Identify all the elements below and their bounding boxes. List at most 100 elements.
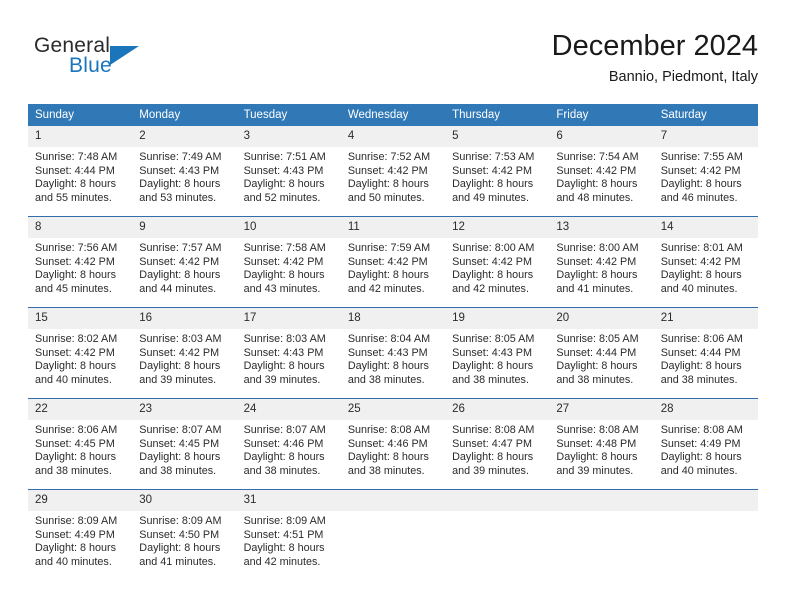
calendar-day-cell[interactable]: 8 Sunrise: 7:56 AM Sunset: 4:42 PM Dayli… [28, 216, 133, 308]
calendar-day-cell[interactable]: 17 Sunrise: 8:03 AM Sunset: 4:43 PM Dayl… [236, 307, 341, 399]
brand-logo[interactable]: General Blue [34, 34, 214, 90]
day-details: Sunrise: 8:03 AM Sunset: 4:43 PM Dayligh… [237, 329, 341, 387]
daylight-text-line1: Daylight: 8 hours [452, 451, 534, 464]
daylight-text-line1: Daylight: 8 hours [35, 360, 117, 373]
calendar-day-cell[interactable]: 21 Sunrise: 8:06 AM Sunset: 4:44 PM Dayl… [653, 307, 758, 399]
sunset-text: Sunset: 4:42 PM [347, 255, 428, 268]
daylight-text-line2: and 42 minutes. [452, 282, 529, 295]
calendar-day-cell[interactable]: 11 Sunrise: 7:59 AM Sunset: 4:42 PM Dayl… [340, 216, 446, 308]
sunset-text: Sunset: 4:46 PM [347, 437, 428, 450]
day-details: Sunrise: 8:05 AM Sunset: 4:43 PM Dayligh… [445, 329, 549, 387]
day-number: 1 [28, 126, 133, 147]
weekday-header-sunday: Sunday [28, 104, 133, 126]
day-number: 30 [132, 490, 237, 511]
calendar-day-cell[interactable]: 4 Sunrise: 7:52 AM Sunset: 4:42 PM Dayli… [340, 126, 446, 217]
daylight-text-line1: Daylight: 8 hours [35, 542, 117, 555]
sunset-text: Sunset: 4:42 PM [347, 164, 428, 177]
sunset-text: Sunset: 4:43 PM [347, 346, 428, 359]
sunset-text: Sunset: 4:42 PM [660, 164, 741, 177]
calendar-week-row: 1 Sunrise: 7:48 AM Sunset: 4:44 PM Dayli… [28, 126, 758, 217]
calendar-day-cell[interactable]: 6 Sunrise: 7:54 AM Sunset: 4:42 PM Dayli… [549, 126, 654, 217]
sunrise-text: Sunrise: 8:08 AM [347, 424, 431, 436]
calendar-day-cell[interactable]: 19 Sunrise: 8:05 AM Sunset: 4:43 PM Dayl… [445, 307, 550, 399]
calendar-week-row: 29 Sunrise: 8:09 AM Sunset: 4:49 PM Dayl… [28, 489, 758, 580]
calendar-day-cell[interactable]: 10 Sunrise: 7:58 AM Sunset: 4:42 PM Dayl… [236, 216, 341, 308]
sunset-text: Sunset: 4:42 PM [243, 255, 324, 268]
sunrise-text: Sunrise: 7:59 AM [347, 242, 431, 254]
day-number: 14 [653, 217, 758, 238]
day-details: Sunrise: 7:59 AM Sunset: 4:42 PM Dayligh… [341, 238, 445, 296]
calendar-day-cell[interactable]: 30 Sunrise: 8:09 AM Sunset: 4:50 PM Dayl… [132, 489, 237, 580]
calendar-day-cell[interactable]: 5 Sunrise: 7:53 AM Sunset: 4:42 PM Dayli… [445, 126, 550, 217]
sunrise-text: Sunrise: 8:08 AM [556, 424, 639, 436]
day-number: 13 [549, 217, 654, 238]
sunset-text: Sunset: 4:42 PM [556, 164, 637, 177]
sunrise-text: Sunrise: 7:58 AM [243, 242, 326, 254]
weekday-header-thursday: Thursday [445, 104, 550, 126]
calendar-day-cell[interactable]: 20 Sunrise: 8:05 AM Sunset: 4:44 PM Dayl… [549, 307, 654, 399]
day-details: Sunrise: 7:56 AM Sunset: 4:42 PM Dayligh… [28, 238, 132, 296]
daylight-text-line2: and 49 minutes. [452, 191, 529, 204]
daylight-text-line2: and 39 minutes. [243, 373, 321, 386]
calendar-day-cell[interactable]: 31 Sunrise: 8:09 AM Sunset: 4:51 PM Dayl… [236, 489, 341, 580]
sunrise-text: Sunrise: 8:00 AM [452, 242, 535, 254]
daylight-text-line2: and 38 minutes. [35, 464, 112, 477]
sunset-text: Sunset: 4:42 PM [139, 346, 220, 359]
calendar-day-cell[interactable]: 9 Sunrise: 7:57 AM Sunset: 4:42 PM Dayli… [132, 216, 237, 308]
daylight-text-line2: and 38 minutes. [660, 373, 738, 386]
daylight-text-line2: and 40 minutes. [660, 282, 738, 295]
calendar-day-cell[interactable]: 25 Sunrise: 8:08 AM Sunset: 4:46 PM Dayl… [340, 398, 446, 490]
calendar-day-cell[interactable]: 3 Sunrise: 7:51 AM Sunset: 4:43 PM Dayli… [236, 126, 341, 217]
calendar-day-cell[interactable]: 14 Sunrise: 8:01 AM Sunset: 4:42 PM Dayl… [653, 216, 758, 308]
calendar-day-cell[interactable]: 7 Sunrise: 7:55 AM Sunset: 4:42 PM Dayli… [653, 126, 758, 217]
calendar-day-cell[interactable]: 24 Sunrise: 8:07 AM Sunset: 4:46 PM Dayl… [236, 398, 341, 490]
page-header: General Blue December 2024 Bannio, Piedm… [28, 28, 758, 96]
daylight-text-line2: and 39 minutes. [452, 464, 529, 477]
calendar-day-cell[interactable]: 29 Sunrise: 8:09 AM Sunset: 4:49 PM Dayl… [28, 489, 133, 580]
day-details: Sunrise: 8:08 AM Sunset: 4:49 PM Dayligh… [654, 420, 758, 478]
calendar-day-cell[interactable]: 26 Sunrise: 8:08 AM Sunset: 4:47 PM Dayl… [445, 398, 550, 490]
sunset-text: Sunset: 4:49 PM [660, 437, 741, 450]
day-details: Sunrise: 8:08 AM Sunset: 4:46 PM Dayligh… [341, 420, 445, 478]
sunrise-text: Sunrise: 8:02 AM [35, 333, 118, 345]
daylight-text-line2: and 38 minutes. [556, 373, 634, 386]
calendar-day-cell[interactable]: 12 Sunrise: 8:00 AM Sunset: 4:42 PM Dayl… [445, 216, 550, 308]
calendar-day-cell[interactable]: 23 Sunrise: 8:07 AM Sunset: 4:45 PM Dayl… [132, 398, 237, 490]
day-details: Sunrise: 8:05 AM Sunset: 4:44 PM Dayligh… [549, 329, 653, 387]
sunrise-text: Sunrise: 8:05 AM [452, 333, 535, 345]
sunset-text: Sunset: 4:45 PM [35, 437, 115, 450]
calendar-day-cell[interactable]: 28 Sunrise: 8:08 AM Sunset: 4:49 PM Dayl… [653, 398, 758, 490]
sunset-text: Sunset: 4:42 PM [556, 255, 637, 268]
day-details: Sunrise: 7:57 AM Sunset: 4:42 PM Dayligh… [132, 238, 236, 296]
sunrise-text: Sunrise: 8:05 AM [556, 333, 639, 345]
sunset-text: Sunset: 4:43 PM [243, 346, 324, 359]
daylight-text-line2: and 38 minutes. [452, 373, 529, 386]
sunrise-text: Sunrise: 8:09 AM [139, 515, 222, 527]
calendar-day-cell[interactable]: 1 Sunrise: 7:48 AM Sunset: 4:44 PM Dayli… [28, 126, 133, 217]
daylight-text-line1: Daylight: 8 hours [660, 451, 742, 464]
calendar-day-cell[interactable]: 18 Sunrise: 8:04 AM Sunset: 4:43 PM Dayl… [340, 307, 446, 399]
day-number: 3 [236, 126, 341, 147]
day-details: Sunrise: 8:01 AM Sunset: 4:42 PM Dayligh… [654, 238, 758, 296]
day-number: 27 [549, 399, 654, 420]
calendar-day-cell[interactable]: 27 Sunrise: 8:08 AM Sunset: 4:48 PM Dayl… [549, 398, 654, 490]
daylight-text-line2: and 38 minutes. [243, 464, 321, 477]
day-details: Sunrise: 8:08 AM Sunset: 4:48 PM Dayligh… [549, 420, 653, 478]
day-number: 17 [236, 308, 341, 329]
day-number: 5 [445, 126, 550, 147]
daylight-text-line1: Daylight: 8 hours [660, 178, 742, 191]
day-number: 29 [28, 490, 133, 511]
day-details: Sunrise: 8:04 AM Sunset: 4:43 PM Dayligh… [341, 329, 445, 387]
calendar-day-cell[interactable]: 2 Sunrise: 7:49 AM Sunset: 4:43 PM Dayli… [132, 126, 237, 217]
day-details: Sunrise: 8:09 AM Sunset: 4:51 PM Dayligh… [237, 511, 341, 569]
weekday-header-friday: Friday [549, 104, 654, 126]
calendar-week-row: 22 Sunrise: 8:06 AM Sunset: 4:45 PM Dayl… [28, 398, 758, 490]
calendar-day-cell[interactable]: 15 Sunrise: 8:02 AM Sunset: 4:42 PM Dayl… [28, 307, 133, 399]
day-number [340, 490, 446, 511]
calendar-day-cell[interactable]: 16 Sunrise: 8:03 AM Sunset: 4:42 PM Dayl… [132, 307, 237, 399]
daylight-text-line1: Daylight: 8 hours [35, 178, 117, 191]
sunrise-text: Sunrise: 7:56 AM [35, 242, 118, 254]
calendar-day-cell[interactable]: 22 Sunrise: 8:06 AM Sunset: 4:45 PM Dayl… [28, 398, 133, 490]
calendar-day-cell[interactable]: 13 Sunrise: 8:00 AM Sunset: 4:42 PM Dayl… [549, 216, 654, 308]
daylight-text-line1: Daylight: 8 hours [243, 451, 325, 464]
